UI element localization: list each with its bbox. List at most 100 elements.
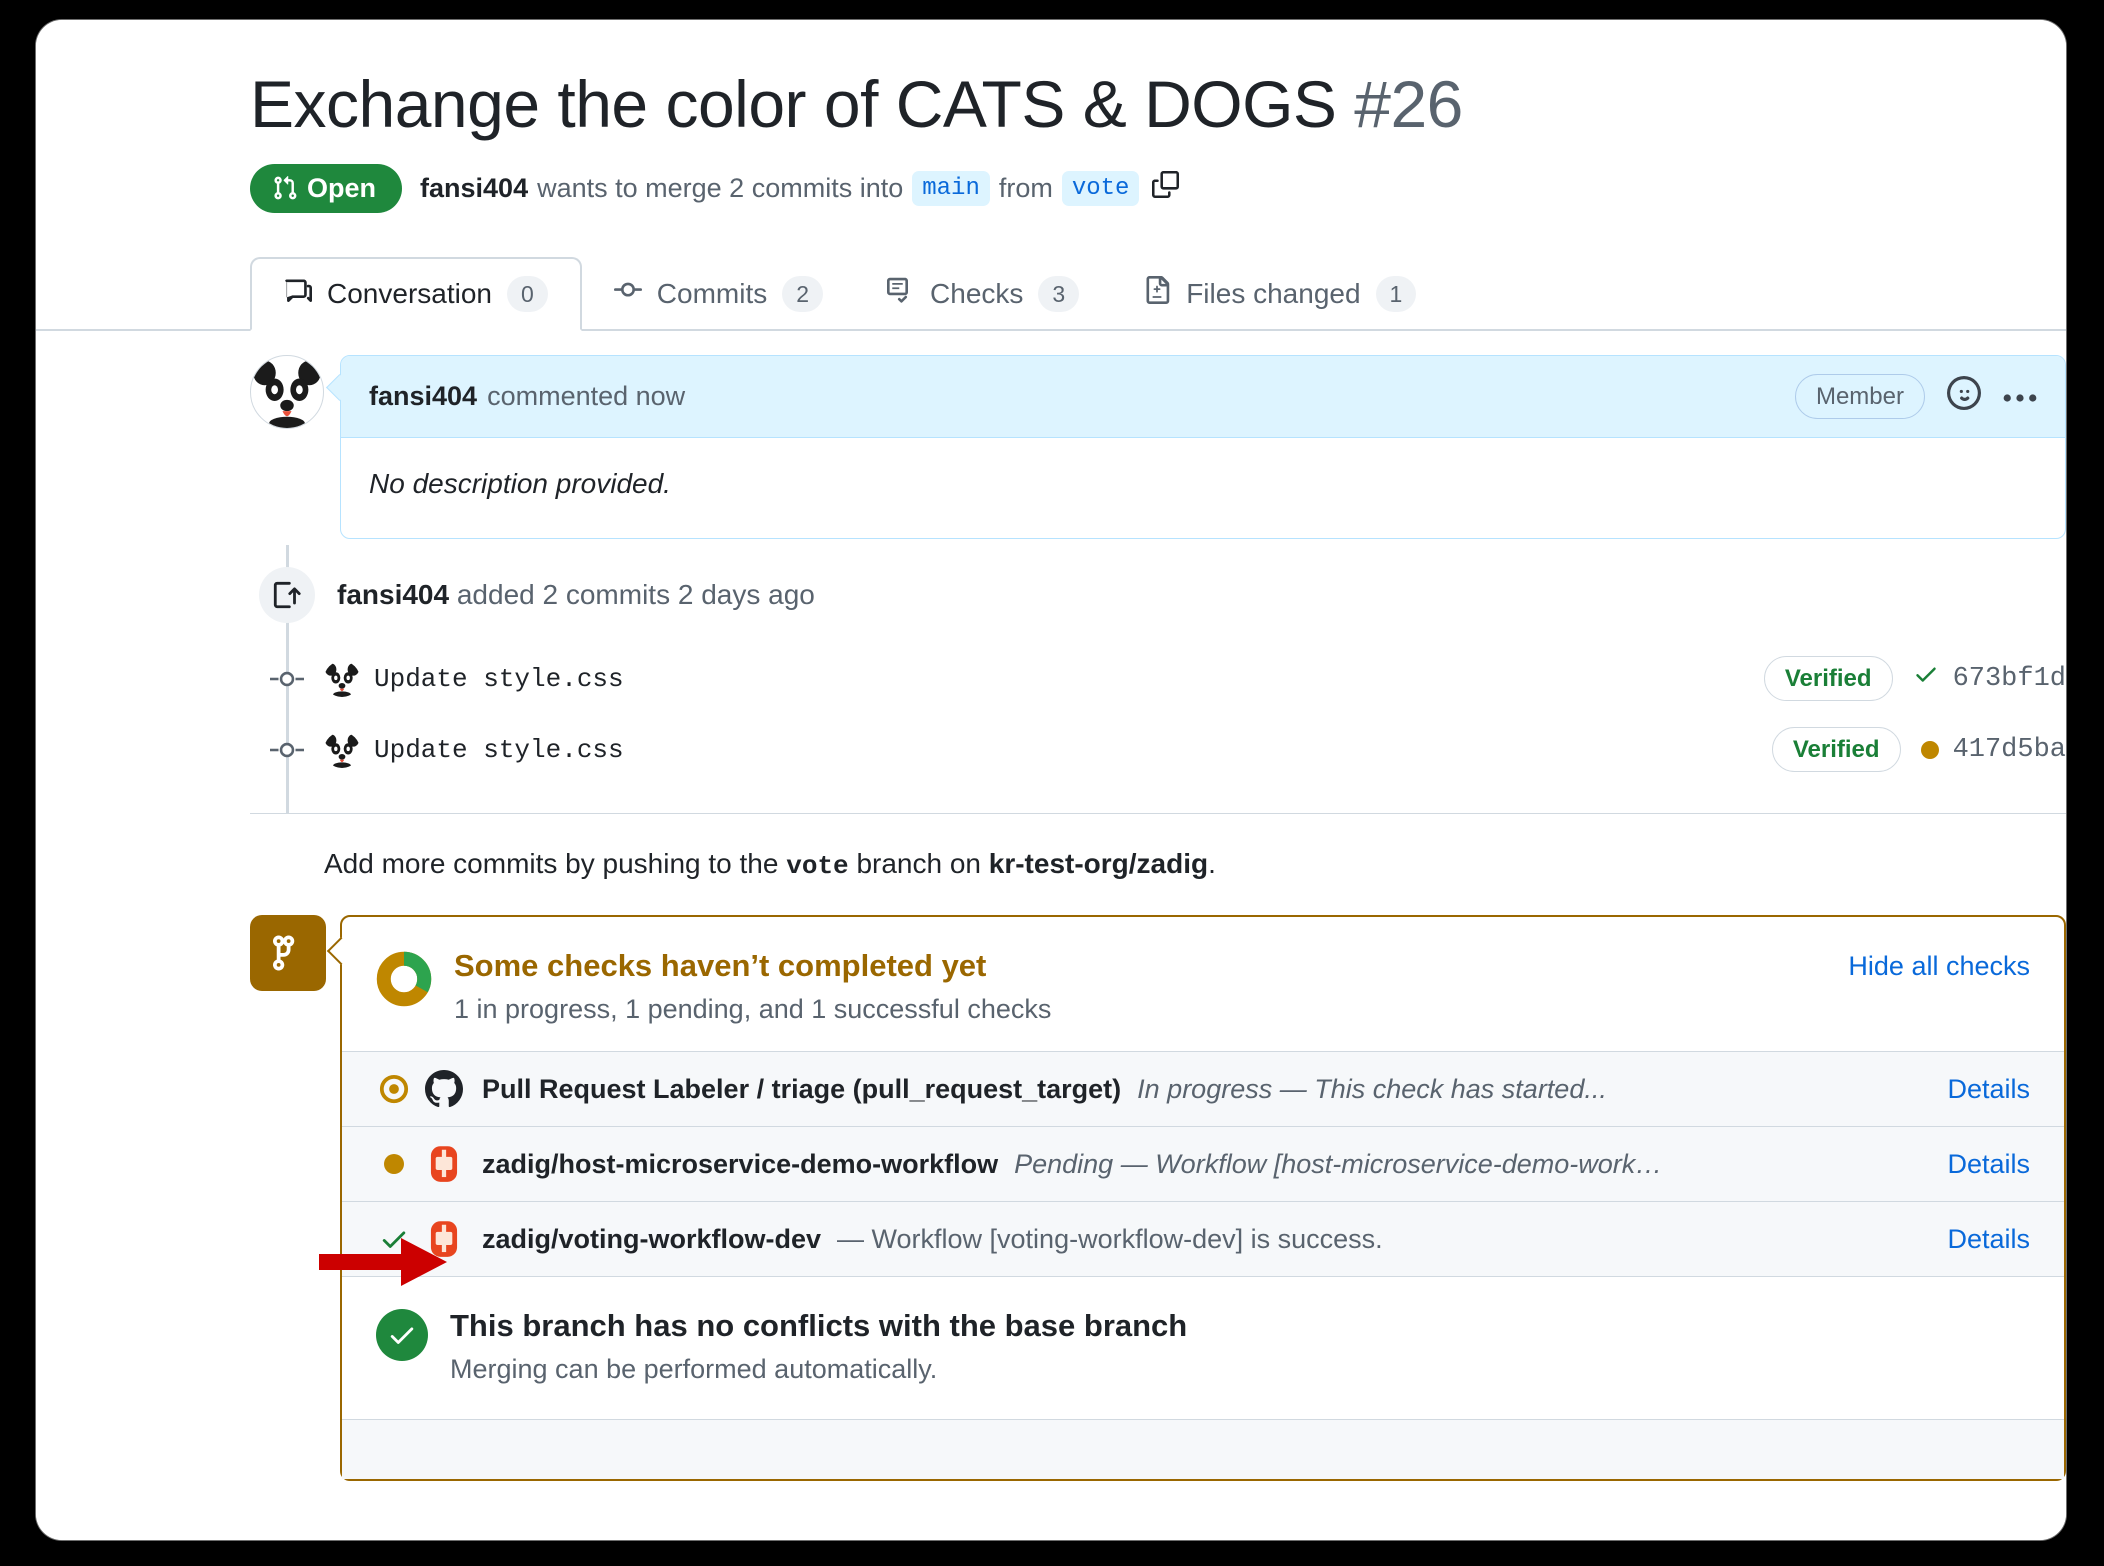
push-more-commits-hint: Add more commits by pushing to the vote …	[250, 814, 2066, 915]
pending-dot-icon	[1921, 741, 1939, 759]
base-branch-chip[interactable]: main	[912, 171, 990, 206]
push-hint-suffix: .	[1208, 848, 1216, 879]
commit-sha-text: 673bf1d	[1953, 664, 2066, 694]
pending-dot-icon	[364, 1154, 424, 1174]
check-description: In progress — This check has started...	[1137, 1074, 1607, 1105]
in-progress-icon	[364, 1074, 424, 1104]
commits-event-text: fansi404 added 2 commits 2 days ago	[337, 579, 815, 611]
avatar[interactable]	[250, 355, 324, 429]
pull-request-page: Exchange the color of CATS & DOGS #26 Op…	[36, 20, 2066, 1540]
comment-author[interactable]: fansi404	[369, 381, 477, 412]
tab-count: 1	[1376, 276, 1417, 313]
tab-conversation[interactable]: Conversation 0	[250, 257, 582, 331]
merge-actions-footer	[342, 1419, 2064, 1479]
commits-timeline-group: fansi404 added 2 commits 2 days ago	[250, 545, 2066, 814]
browser-window-card: Exchange the color of CATS & DOGS #26 Op…	[36, 20, 2066, 1540]
pr-title-text: Exchange the color of CATS & DOGS	[250, 67, 1336, 141]
head-branch-chip[interactable]: vote	[1062, 171, 1140, 206]
tab-files-changed[interactable]: Files changed 1	[1111, 257, 1448, 331]
pr-author-name[interactable]: fansi404	[420, 173, 528, 204]
pull-request-tabs: Conversation 0 Commits 2	[36, 255, 2066, 331]
push-hint-branch: vote	[786, 851, 848, 881]
commit-row[interactable]: Update style.css Verified 673bf1d	[250, 643, 2066, 714]
tab-label: Files changed	[1186, 278, 1360, 310]
check-details-link[interactable]: Details	[1917, 1224, 2030, 1255]
comment-header-actions: Member	[1795, 374, 2037, 419]
emoji-reaction-icon[interactable]	[1947, 376, 1981, 417]
merge-status-box: Some checks haven’t completed yet 1 in p…	[340, 915, 2066, 1481]
merge-conflict-subtitle: Merging can be performed automatically.	[450, 1354, 1187, 1385]
commit-message[interactable]: Update style.css	[374, 735, 624, 765]
push-icon	[259, 567, 315, 623]
comment-card: fansi404 commented now Member	[340, 355, 2066, 539]
comment-body: No description provided.	[341, 438, 2065, 538]
conversation-timeline: fansi404 commented now Member	[36, 331, 2066, 1481]
pr-number: #26	[1354, 67, 1463, 141]
zadig-icon	[424, 1219, 464, 1259]
check-name[interactable]: zadig/voting-workflow-dev	[482, 1224, 821, 1255]
file-diff-icon	[1143, 276, 1171, 311]
push-hint-middle: branch on	[856, 848, 981, 879]
commits-added-event: fansi404 added 2 commits 2 days ago	[250, 545, 2066, 643]
zadig-icon	[424, 1144, 464, 1184]
checks-progress-donut-icon	[376, 951, 432, 1012]
check-success-icon	[376, 1309, 428, 1361]
status-badge-open[interactable]: Open	[250, 164, 402, 213]
tab-label: Commits	[657, 278, 767, 310]
checks-summary: Some checks haven’t completed yet 1 in p…	[342, 917, 2064, 1051]
pull-request-subheader: Open fansi404 wants to merge 2 commits i…	[250, 164, 2066, 213]
check-name[interactable]: Pull Request Labeler / triage (pull_requ…	[482, 1074, 1121, 1105]
push-hint-prefix: Add more commits by pushing to the	[324, 848, 778, 879]
merge-conflict-title: This branch has no conflicts with the ba…	[450, 1307, 1187, 1346]
merge-description: fansi404 wants to merge 2 commits into m…	[420, 171, 1179, 206]
copy-icon[interactable]	[1152, 171, 1179, 205]
check-row[interactable]: zadig/host-microservice-demo-workflow Pe…	[342, 1126, 2064, 1201]
commit-node-icon	[250, 670, 324, 688]
avatar[interactable]	[324, 732, 360, 768]
commits-event-rest: added 2 commits 2 days ago	[457, 579, 815, 610]
pull-request-icon	[272, 175, 298, 201]
tab-checks[interactable]: Checks 3	[855, 257, 1111, 331]
commit-row[interactable]: Update style.css Verified 417d5ba	[250, 714, 2066, 785]
tab-count: 2	[782, 276, 823, 313]
commit-meta: Verified 417d5ba	[1772, 727, 2066, 772]
divider	[250, 813, 2066, 814]
commit-message[interactable]: Update style.css	[374, 664, 624, 694]
commit-sha[interactable]: 673bf1d	[1913, 661, 2066, 696]
tab-count: 0	[507, 276, 548, 313]
role-badge-member: Member	[1795, 374, 1925, 419]
tab-commits[interactable]: Commits 2	[582, 257, 855, 331]
checks-summary-subtitle: 1 in progress, 1 pending, and 1 successf…	[454, 994, 1051, 1025]
check-description: — Workflow [voting-workflow-dev] is succ…	[837, 1224, 1383, 1255]
commit-node-icon	[250, 741, 324, 759]
commit-sha[interactable]: 417d5ba	[1921, 735, 2066, 765]
tab-label: Checks	[930, 278, 1023, 310]
checks-summary-text: Some checks haven’t completed yet 1 in p…	[454, 947, 1051, 1025]
check-row[interactable]: zadig/voting-workflow-dev — Workflow [vo…	[342, 1201, 2064, 1276]
verified-badge[interactable]: Verified	[1764, 656, 1893, 701]
check-name[interactable]: zadig/host-microservice-demo-workflow	[482, 1149, 998, 1180]
pull-request-header: Exchange the color of CATS & DOGS #26 Op…	[36, 20, 2066, 213]
commit-icon	[614, 276, 642, 311]
check-row[interactable]: Pull Request Labeler / triage (pull_requ…	[342, 1051, 2064, 1126]
kebab-menu-icon[interactable]	[2003, 381, 2037, 412]
check-success-icon	[364, 1224, 424, 1254]
check-description: Pending — Workflow [host-microservice-de…	[1014, 1149, 1662, 1180]
commits-event-author[interactable]: fansi404	[337, 579, 449, 610]
comment-block: fansi404 commented now Member	[250, 331, 2066, 539]
github-icon	[424, 1069, 464, 1109]
verified-badge[interactable]: Verified	[1772, 727, 1901, 772]
push-hint-repo: kr-test-org/zadig	[989, 848, 1208, 879]
comment-header: fansi404 commented now Member	[341, 356, 2065, 438]
comment-icon	[284, 276, 312, 311]
check-details-link[interactable]: Details	[1917, 1074, 2030, 1105]
check-details-link[interactable]: Details	[1917, 1149, 2030, 1180]
avatar[interactable]	[324, 661, 360, 697]
hide-all-checks-link[interactable]: Hide all checks	[1848, 947, 2030, 982]
checklist-icon	[887, 276, 915, 311]
checks-summary-title: Some checks haven’t completed yet	[454, 947, 1051, 986]
commit-meta: Verified 673bf1d	[1764, 656, 2066, 701]
from-word: from	[999, 173, 1053, 204]
merge-sentence-text: wants to merge 2 commits into	[537, 173, 903, 204]
merge-status-section: Some checks haven’t completed yet 1 in p…	[250, 915, 2066, 1481]
